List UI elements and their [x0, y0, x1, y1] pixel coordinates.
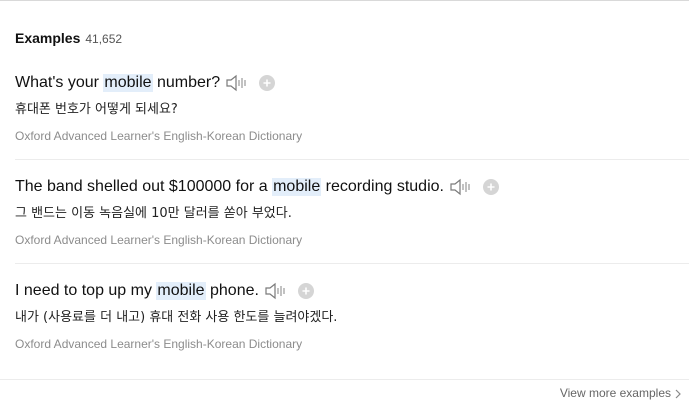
examples-count: 41,652 — [85, 32, 123, 46]
sentence-text: What's your — [15, 74, 104, 91]
view-more-label: View more examples — [559, 386, 671, 400]
example-source: Oxford Advanced Learner's English-Korean… — [15, 337, 303, 351]
highlighted-term: mobile — [272, 178, 322, 196]
example-source: Oxford Advanced Learner's English-Korean… — [15, 129, 303, 143]
sentence-text: number? — [152, 74, 221, 91]
example-source: Oxford Advanced Learner's English-Korean… — [15, 233, 303, 247]
add-to-wordbook-button[interactable] — [482, 179, 499, 195]
add-to-wordbook-button[interactable] — [259, 75, 276, 91]
example-item: What's your mobile number? 휴대폰 번호가 어떻게 되… — [15, 72, 689, 144]
sentence-text: I need to top up my — [15, 282, 157, 299]
example-item: The band shelled out $100000 for a mobil… — [15, 176, 689, 248]
divider — [15, 159, 689, 160]
speaker-icon[interactable] — [225, 73, 249, 93]
top-divider — [0, 0, 689, 1]
view-more-examples-link[interactable]: View more examples — [560, 386, 681, 400]
plus-icon — [302, 287, 310, 295]
sentence-text: The band shelled out $100000 for a — [15, 178, 273, 195]
sentence-text: recording studio. — [321, 178, 444, 195]
example-sentence: What's your mobile number? — [15, 72, 689, 94]
add-to-wordbook-button[interactable] — [297, 283, 314, 299]
example-translation: 휴대폰 번호가 어떻게 되세요? — [15, 102, 178, 117]
footer-divider — [0, 379, 689, 380]
section-title: Examples — [15, 30, 81, 46]
example-translation: 내가 (사용료를 더 내고) 휴대 전화 사용 한도를 늘려야겠다. — [15, 310, 338, 325]
highlighted-term: mobile — [103, 74, 153, 92]
chevron-right-icon — [675, 388, 681, 399]
divider — [15, 263, 689, 264]
plus-icon — [487, 183, 495, 191]
example-sentence: The band shelled out $100000 for a mobil… — [15, 176, 689, 198]
highlighted-term: mobile — [156, 282, 206, 300]
example-item: I need to top up my mobile phone. 내가 (사용… — [15, 280, 689, 352]
plus-icon — [263, 79, 271, 87]
examples-header: Examples 41,652 — [15, 30, 122, 46]
speaker-icon[interactable] — [449, 177, 473, 197]
example-sentence: I need to top up my mobile phone. — [15, 280, 689, 302]
speaker-icon[interactable] — [264, 281, 288, 301]
example-translation: 그 밴드는 이동 녹음실에 10만 달러를 쏟아 부었다. — [15, 206, 292, 221]
sentence-text: phone. — [205, 282, 259, 299]
